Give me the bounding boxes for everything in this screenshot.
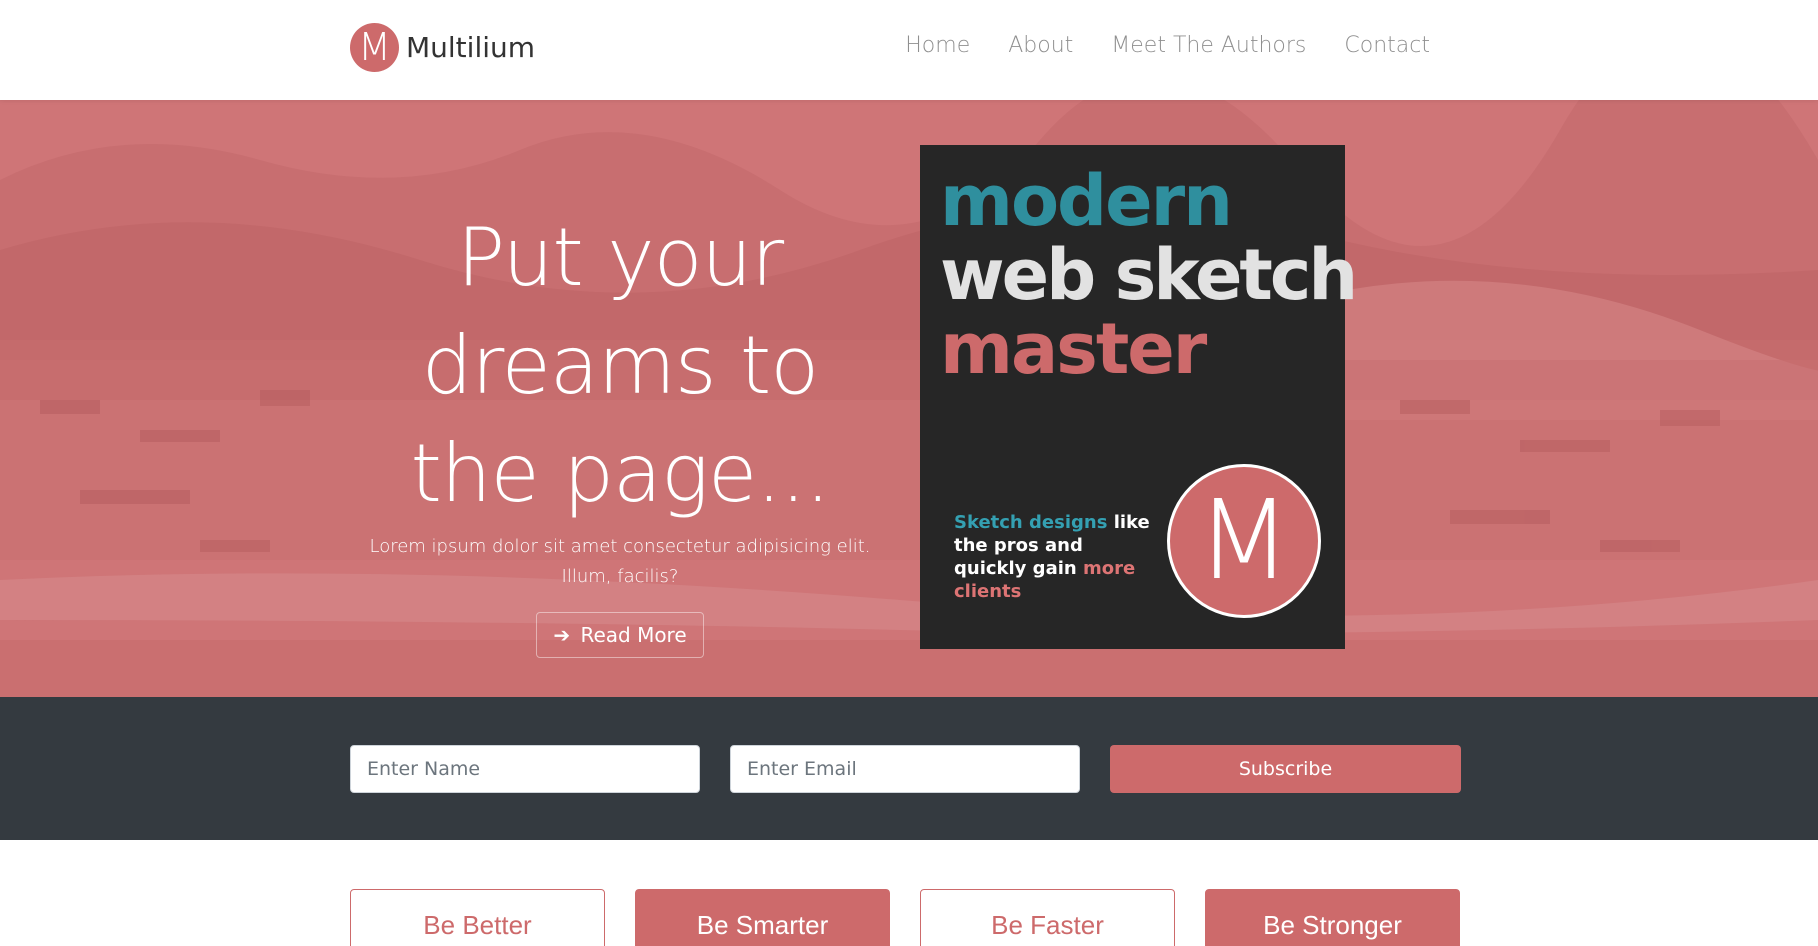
read-more-button[interactable]: ➔ Read More <box>536 612 704 658</box>
feature-be-smarter: Be Smarter <box>635 889 890 946</box>
nav-links: Home About Meet The Authors Contact <box>905 33 1430 58</box>
navbar: M Multilium Home About Meet The Authors … <box>0 0 1818 100</box>
features-section: Be Better Be Smarter Be Faster Be Strong… <box>0 840 1818 946</box>
book-tagline: Sketch designs like the pros and quickly… <box>954 511 1154 603</box>
book-title-line1: modern <box>940 160 1233 242</box>
nav-link-contact[interactable]: Contact <box>1344 33 1430 58</box>
subscribe-section: Subscribe <box>0 697 1818 840</box>
name-input[interactable] <box>350 745 700 793</box>
nav-link-authors[interactable]: Meet The Authors <box>1111 33 1306 58</box>
hero-section: Put your dreams to the page... Lorem ips… <box>0 100 1818 697</box>
read-more-label: Read More <box>580 623 687 647</box>
hero-background-image <box>0 100 1818 697</box>
nav-link-about[interactable]: About <box>1008 33 1073 58</box>
brand-name: Multilium <box>406 31 536 64</box>
hero-title: Put your dreams to the page... <box>410 211 830 520</box>
book-title-line2: web sketch <box>940 234 1358 316</box>
book-title-line3: master <box>940 308 1207 390</box>
subscribe-button[interactable]: Subscribe <box>1110 745 1461 793</box>
book-cover: modern web sketch master Sketch designs … <box>920 145 1358 649</box>
feature-be-stronger: Be Stronger <box>1205 889 1460 946</box>
book-tagline-part1: Sketch designs <box>954 512 1108 533</box>
brand-link[interactable]: M Multilium <box>350 23 535 72</box>
nav-link-home[interactable]: Home <box>905 33 970 58</box>
arrow-right-icon: ➔ <box>553 623 571 647</box>
hero-text-block: Put your dreams to the page... Lorem ips… <box>350 204 890 658</box>
brand-logo-icon: M <box>350 23 399 72</box>
feature-be-faster: Be Faster <box>920 889 1175 946</box>
email-input[interactable] <box>730 745 1080 793</box>
feature-be-better: Be Better <box>350 889 605 946</box>
hero-subtitle: Lorem ipsum dolor sit amet consectetur a… <box>369 536 871 587</box>
book-badge-logo: M <box>1167 464 1321 618</box>
